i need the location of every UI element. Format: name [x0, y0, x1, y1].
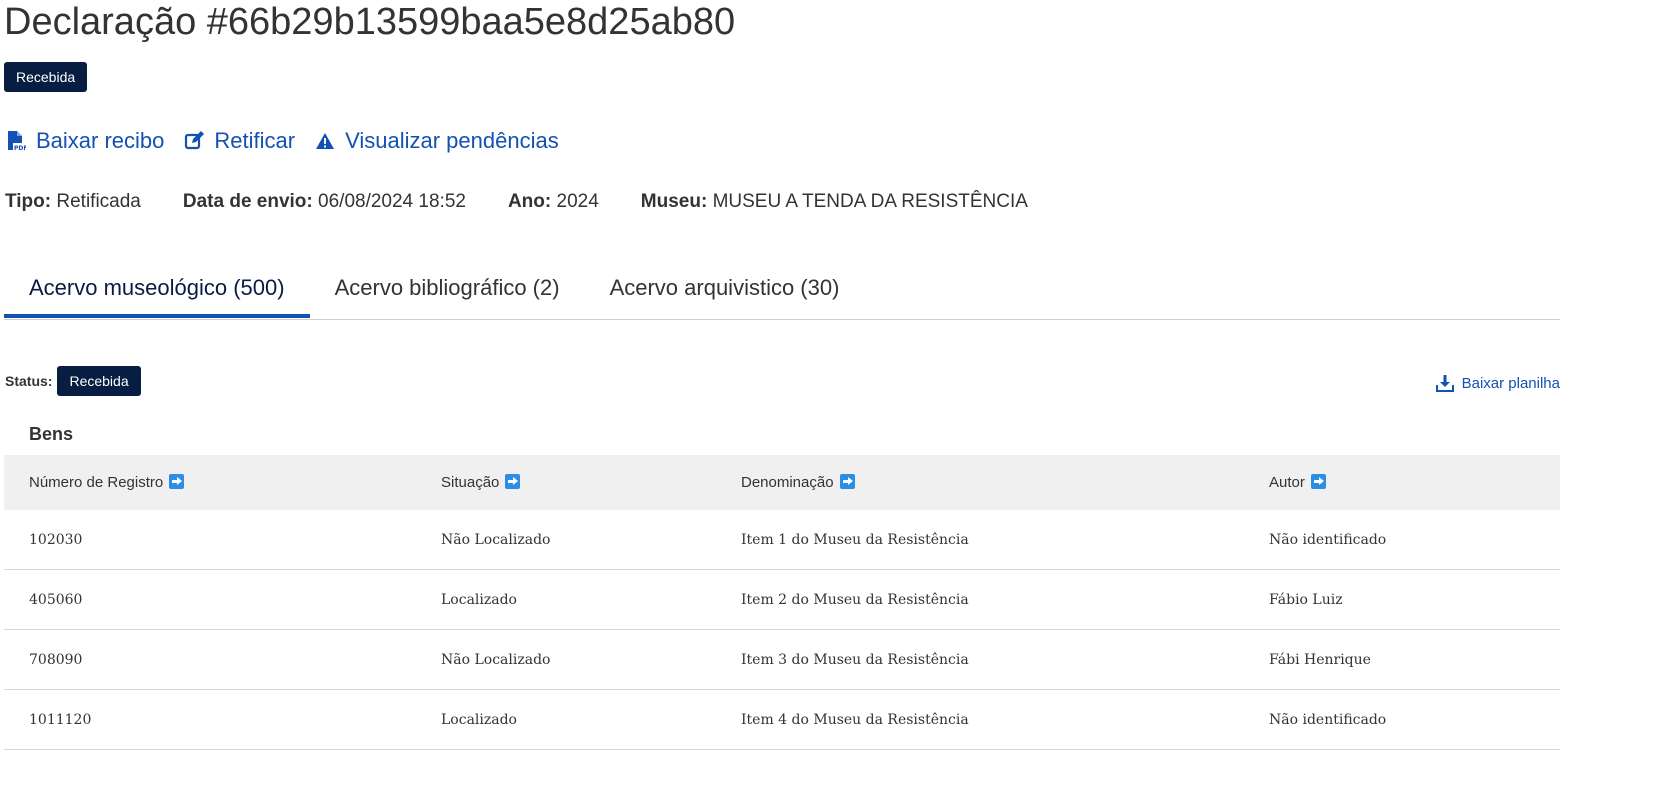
cell-denominacao: Item 1 do Museu da Resistência: [716, 510, 1244, 570]
bens-table: Número de Registro Situação Denominação …: [4, 455, 1560, 750]
view-pending-label: Visualizar pendências: [345, 128, 559, 153]
data-envio-value: 06/08/2024 18:52: [318, 191, 466, 212]
sort-arrow-icon[interactable]: [839, 474, 855, 489]
section-title: Bens: [29, 424, 74, 444]
status-badge-tab: Recebida: [57, 366, 141, 396]
meta-ano: Ano: 2024: [508, 191, 599, 213]
tab-acervo-bibliografico[interactable]: Acervo bibliográfico (2): [310, 262, 585, 317]
cell-situacao: Não Localizado: [416, 510, 716, 570]
sort-arrow-icon[interactable]: [169, 474, 185, 489]
museu-label: Museu:: [640, 191, 708, 212]
meta-data-envio: Data de envio: 06/08/2024 18:52: [183, 191, 466, 213]
tab-acervo-arquivistico[interactable]: Acervo arquivistico (30): [585, 262, 865, 317]
column-header-label: Situação: [441, 474, 500, 491]
status-row: Status: Recebida: [5, 366, 141, 396]
table-row[interactable]: 405060 Localizado Item 2 do Museu da Res…: [4, 569, 1560, 630]
table-row[interactable]: 1011120 Localizado Item 4 do Museu da Re…: [4, 689, 1560, 750]
column-header-label: Número de Registro: [29, 474, 164, 491]
column-header-denominacao[interactable]: Denominação: [716, 455, 1244, 510]
ano-value: 2024: [556, 191, 599, 212]
column-header-label: Autor: [1269, 474, 1305, 491]
column-header-autor[interactable]: Autor: [1244, 455, 1560, 510]
view-pending-link[interactable]: Visualizar pendências: [315, 128, 559, 154]
meta-tipo: Tipo: Retificada: [5, 191, 141, 213]
sort-arrow-icon[interactable]: [505, 474, 521, 489]
download-spreadsheet-link[interactable]: Baixar planilha: [1435, 374, 1560, 392]
svg-text:PDF: PDF: [14, 145, 26, 152]
cell-autor: Não identificado: [1244, 510, 1560, 570]
warning-icon: [316, 133, 335, 149]
cell-autor: Fábio Luiz: [1244, 569, 1560, 630]
cell-autor: Não identificado: [1244, 689, 1560, 750]
pdf-file-icon: PDF: [8, 131, 26, 152]
table-row[interactable]: 708090 Não Localizado Item 3 do Museu da…: [4, 629, 1560, 690]
cell-registro: 1011120: [4, 689, 416, 750]
data-envio-label: Data de envio:: [182, 191, 313, 212]
declaration-metadata: Tipo: Retificada Data de envio: 06/08/20…: [5, 191, 1070, 213]
download-receipt-link[interactable]: PDF Baixar recibo: [6, 128, 164, 154]
cell-registro: 708090: [4, 629, 416, 690]
column-header-situacao[interactable]: Situação: [416, 455, 716, 510]
tipo-label: Tipo:: [5, 191, 52, 212]
column-header-registro[interactable]: Número de Registro: [4, 455, 416, 510]
cell-registro: 405060: [4, 569, 416, 630]
cell-autor: Fábi Henrique: [1244, 629, 1560, 690]
column-header-label: Denominação: [741, 474, 834, 491]
rectify-link[interactable]: Retificar: [184, 128, 295, 154]
edit-icon: [185, 131, 205, 150]
cell-denominacao: Item 3 do Museu da Resistência: [716, 629, 1244, 690]
status-label: Status:: [5, 373, 53, 389]
meta-museu: Museu: MUSEU A TENDA DA RESISTÊNCIA: [641, 191, 1028, 213]
tab-acervo-museologico[interactable]: Acervo museológico (500): [4, 262, 310, 318]
sort-arrow-icon[interactable]: [1310, 474, 1326, 489]
download-icon: [1435, 375, 1454, 392]
cell-situacao: Não Localizado: [416, 629, 716, 690]
cell-situacao: Localizado: [416, 569, 716, 630]
rectify-label: Retificar: [214, 128, 296, 153]
action-bar: PDF Baixar recibo Retificar Visualizar p…: [6, 126, 579, 156]
cell-denominacao: Item 2 do Museu da Resistência: [716, 569, 1244, 630]
table-row[interactable]: 102030 Não Localizado Item 1 do Museu da…: [4, 510, 1560, 570]
tipo-value: Retificada: [56, 191, 141, 212]
tab-bar: Acervo museológico (500) Acervo bibliogr…: [4, 262, 1560, 320]
download-receipt-label: Baixar recibo: [36, 128, 165, 153]
cell-situacao: Localizado: [416, 689, 716, 750]
ano-label: Ano:: [507, 191, 552, 212]
download-spreadsheet-label: Baixar planilha: [1461, 374, 1560, 392]
table-header-row: Número de Registro Situação Denominação …: [4, 455, 1560, 510]
museu-value: MUSEU A TENDA DA RESISTÊNCIA: [712, 191, 1028, 212]
cell-denominacao: Item 4 do Museu da Resistência: [716, 689, 1244, 750]
page-title: Declaração #66b29b13599baa5e8d25ab80: [4, 1, 736, 43]
cell-registro: 102030: [4, 510, 416, 570]
status-badge: Recebida: [4, 62, 88, 92]
